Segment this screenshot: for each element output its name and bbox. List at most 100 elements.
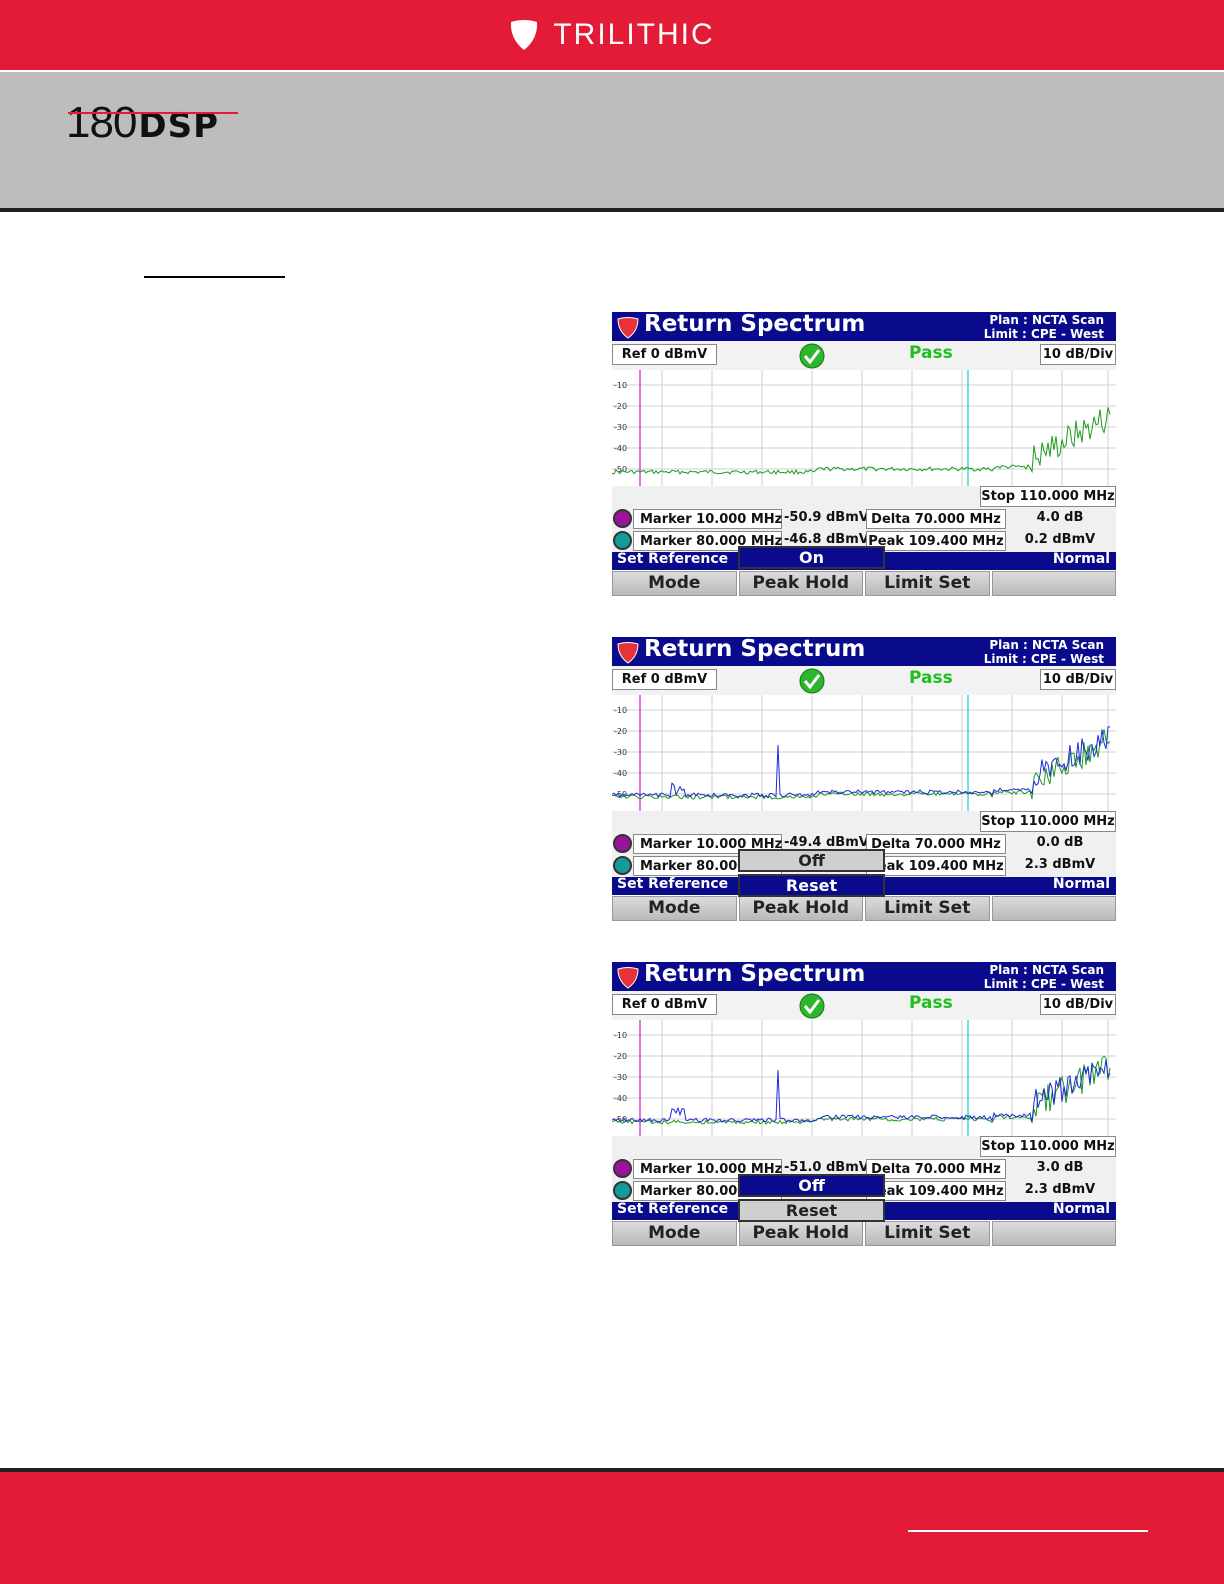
- check-icon: [799, 668, 825, 694]
- softkey-mode[interactable]: Mode: [612, 571, 737, 596]
- pass-status: Pass: [909, 668, 953, 688]
- plan-label: Plan : NCTA Scan: [989, 638, 1104, 652]
- title-bar: Return Spectrum Plan : NCTA Scan Limit :…: [612, 636, 1116, 666]
- y-tick-label: -40: [614, 444, 627, 453]
- marker1-dot: [613, 1159, 632, 1178]
- softkey-mode[interactable]: Mode: [612, 1221, 737, 1246]
- screen-title: Return Spectrum: [644, 961, 866, 987]
- spectrum-plot: -10 -20 -30 -40 -50: [612, 695, 1116, 811]
- screen-title: Return Spectrum: [644, 636, 866, 662]
- plan-info: Plan : NCTA Scan Limit : CPE - West: [984, 313, 1104, 341]
- limit-label: Limit : CPE - West: [983, 652, 1104, 666]
- spectrum-graph: -10-20-30-40-50: [612, 370, 1116, 486]
- peak-box[interactable]: Peak 109.400 MHz: [866, 531, 1006, 551]
- softkey-peak-hold[interactable]: Peak Hold: [738, 1221, 863, 1246]
- check-icon: [799, 993, 825, 1019]
- blue-trace: [612, 726, 1111, 798]
- delta-value: 0.0 dB: [1036, 835, 1084, 850]
- softkey-blank[interactable]: [991, 1221, 1116, 1246]
- delta-value: 4.0 dB: [1036, 510, 1084, 525]
- brand-name: TRILITHIC: [553, 18, 715, 51]
- delta-box[interactable]: Delta 70.000 MHz: [866, 834, 1006, 854]
- green-trace: [612, 729, 1111, 800]
- softkey-mode[interactable]: Mode: [612, 896, 737, 921]
- plan-info: Plan : NCTA Scan Limit : CPE - West: [984, 638, 1104, 666]
- delta-value: 3.0 dB: [1036, 1160, 1084, 1175]
- header-bar: TRILITHIC: [0, 0, 1224, 70]
- marker2-dot: [613, 531, 632, 550]
- marker2-dot: [613, 856, 632, 875]
- title-bar: Return Spectrum Plan : NCTA Scan Limit :…: [612, 961, 1116, 991]
- ref-level-box[interactable]: Ref 0 dBmV: [612, 344, 717, 365]
- stop-freq-box[interactable]: Stop 110.000 MHz: [980, 486, 1116, 507]
- limit-label: Limit : CPE - West: [983, 977, 1104, 991]
- marker1-dot: [613, 509, 632, 528]
- shield-icon: [511, 20, 538, 50]
- peak-hold-option-reset[interactable]: Reset: [738, 1199, 885, 1222]
- green-trace: [612, 407, 1111, 475]
- stop-freq-box[interactable]: Stop 110.000 MHz: [980, 1136, 1116, 1157]
- softkey-blank[interactable]: [991, 571, 1116, 596]
- softkey-bar: Mode Peak Hold Limit Set: [612, 1221, 1116, 1246]
- peak-value: 0.2 dBmV: [1024, 532, 1096, 547]
- softkey-limit-set[interactable]: Limit Set: [865, 896, 990, 921]
- plan-label: Plan : NCTA Scan: [989, 963, 1104, 977]
- peak-hold-option-off[interactable]: Off: [738, 849, 885, 872]
- delta-box[interactable]: Delta 70.000 MHz: [866, 509, 1006, 529]
- delta-box[interactable]: Delta 70.000 MHz: [866, 1159, 1006, 1179]
- peak-hold-option-reset[interactable]: Reset: [738, 874, 885, 897]
- mode-status: Normal: [1052, 551, 1110, 567]
- softkey-bar: Mode Peak Hold Limit Set: [612, 896, 1116, 921]
- marker1-value: -50.9 dBmV: [784, 510, 869, 525]
- spectrum-screen-2: Return Spectrum Plan : NCTA Scan Limit :…: [612, 636, 1116, 922]
- softkey-peak-hold[interactable]: Peak Hold: [738, 571, 863, 596]
- green-trace: [612, 1055, 1111, 1125]
- peak-hold-option-off[interactable]: Off: [738, 1174, 885, 1197]
- pass-status: Pass: [909, 993, 953, 1013]
- footer-rule: [908, 1530, 1148, 1532]
- manual-page: TRILITHIC 180 DSP Return Spectrum Plan :…: [0, 0, 1224, 1584]
- mode-status: Normal: [1052, 876, 1110, 892]
- y-tick-label: -40: [614, 1094, 627, 1103]
- title-bar: Return Spectrum Plan : NCTA Scan Limit :…: [612, 311, 1116, 341]
- softkey-blank[interactable]: [991, 896, 1116, 921]
- plan-info: Plan : NCTA Scan Limit : CPE - West: [984, 963, 1104, 991]
- marker1-value: -49.4 dBmV: [784, 835, 869, 850]
- marker2-dot: [613, 1181, 632, 1200]
- scale-box[interactable]: 10 dB/Div: [1040, 994, 1116, 1015]
- spectrum-screen-1: Return Spectrum Plan : NCTA Scan Limit :…: [612, 311, 1116, 597]
- scale-box[interactable]: 10 dB/Div: [1040, 669, 1116, 690]
- ref-level-box[interactable]: Ref 0 dBmV: [612, 669, 717, 690]
- peak-box[interactable]: Peak 109.400 MHz: [866, 856, 1006, 876]
- softkey-limit-set[interactable]: Limit Set: [865, 1221, 990, 1246]
- scale-box[interactable]: 10 dB/Div: [1040, 344, 1116, 365]
- limit-label: Limit : CPE - West: [983, 327, 1104, 341]
- set-reference-label: Set Reference: [617, 1201, 729, 1217]
- y-tick-label: -10: [614, 381, 627, 390]
- marker1-box[interactable]: Marker 10.000 MHz: [633, 509, 782, 529]
- y-tick-label: -40: [614, 769, 627, 778]
- y-tick-label: -20: [614, 1052, 627, 1061]
- shield-icon: [617, 967, 639, 989]
- softkey-peak-hold[interactable]: Peak Hold: [738, 896, 863, 921]
- ref-level-box[interactable]: Ref 0 dBmV: [612, 994, 717, 1015]
- plan-label: Plan : NCTA Scan: [989, 313, 1104, 327]
- stop-freq-box[interactable]: Stop 110.000 MHz: [980, 811, 1116, 832]
- info-row: Ref 0 dBmV Pass 10 dB/Div: [612, 991, 1116, 1020]
- mode-status: Normal: [1052, 1201, 1110, 1217]
- peak-value: 2.3 dBmV: [1024, 857, 1096, 872]
- set-reference-label: Set Reference: [617, 551, 729, 567]
- y-tick-label: -30: [614, 1073, 627, 1082]
- screen-title: Return Spectrum: [644, 311, 866, 337]
- section-rule: [144, 276, 285, 278]
- peak-box[interactable]: Peak 109.400 MHz: [866, 1181, 1006, 1201]
- set-reference-label: Set Reference: [617, 876, 729, 892]
- pass-status: Pass: [909, 343, 953, 363]
- peak-hold-option-on[interactable]: On: [738, 546, 885, 569]
- softkey-limit-set[interactable]: Limit Set: [865, 571, 990, 596]
- brand-logo: TRILITHIC: [509, 18, 714, 52]
- peak-value: 2.3 dBmV: [1024, 1182, 1096, 1197]
- marker1-value: -51.0 dBmV: [784, 1160, 869, 1175]
- spectrum-graph: -10-20-30-40-50: [612, 1020, 1116, 1136]
- marker2-value: -46.8 dBmV: [784, 532, 869, 547]
